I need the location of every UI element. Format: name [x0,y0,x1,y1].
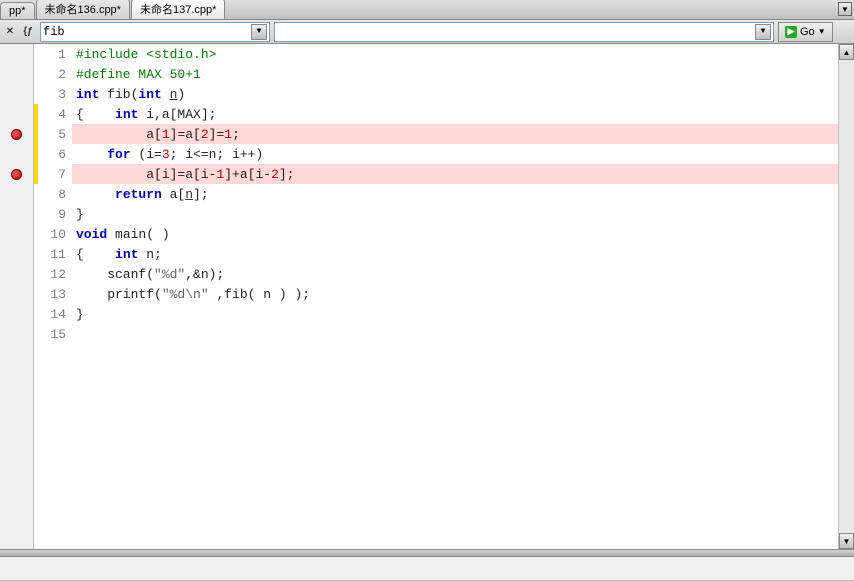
status-bar [0,556,854,580]
breakpoint-slot[interactable] [0,44,33,64]
breakpoint-slot[interactable] [0,104,33,124]
line-number: 11 [38,244,66,264]
chevron-down-icon: ▼ [818,27,826,36]
code-line[interactable]: scanf("%d",&n); [72,264,854,284]
line-number: 2 [38,64,66,84]
line-number: 7 [38,164,66,184]
tabs-overflow-icon[interactable]: ▼ [838,2,852,16]
code-editor[interactable]: 123456789101112131415 #include <stdio.h>… [0,44,854,550]
breakpoint-slot[interactable] [0,164,33,184]
breakpoint-slot[interactable] [0,244,33,264]
code-line[interactable]: int fib(int n) [72,84,854,104]
breakpoint-slot[interactable] [0,184,33,204]
scroll-up-icon[interactable]: ▲ [839,44,854,60]
code-area[interactable]: #include <stdio.h>#define MAX 50+1int fi… [72,44,854,549]
function-combo-input[interactable] [43,25,251,39]
code-line[interactable] [72,324,854,344]
line-number: 1 [38,44,66,64]
toolbar: ✕ {ƒ ▼ ▼ ▶ Go ▼ [0,20,854,44]
breakpoint-margin[interactable] [0,44,34,549]
breakpoint-slot[interactable] [0,204,33,224]
code-line[interactable]: { int i,a[MAX]; [72,104,854,124]
scroll-down-icon[interactable]: ▼ [839,533,854,549]
nav-combo-input[interactable] [277,25,755,39]
code-line[interactable]: a[1]=a[2]=1; [72,124,854,144]
go-icon: ▶ [785,26,797,38]
line-number-gutter: 123456789101112131415 [38,44,72,549]
function-combo[interactable]: ▼ [40,22,270,42]
tabs-bar: pp* 未命名136.cpp* 未命名137.cpp* ▼ [0,0,854,20]
line-number: 14 [38,304,66,324]
breakpoint-slot[interactable] [0,284,33,304]
line-number: 10 [38,224,66,244]
breakpoint-slot[interactable] [0,224,33,244]
code-line[interactable]: { int n; [72,244,854,264]
code-line[interactable]: } [72,204,854,224]
line-number: 9 [38,204,66,224]
breakpoint-slot[interactable] [0,84,33,104]
breakpoint-slot[interactable] [0,304,33,324]
go-label: Go [800,26,815,38]
code-line[interactable]: a[i]=a[i-1]+a[i-2]; [72,164,854,184]
function-icon: {ƒ [20,24,36,40]
code-line[interactable]: printf("%d\n" ,fib( n ) ); [72,284,854,304]
breakpoint-icon[interactable] [11,129,22,140]
close-panel-icon[interactable]: ✕ [4,26,16,38]
tab-file-0[interactable]: pp* [0,2,35,19]
go-button[interactable]: ▶ Go ▼ [778,22,833,42]
code-line[interactable]: #define MAX 50+1 [72,64,854,84]
line-number: 6 [38,144,66,164]
tab-file-1[interactable]: 未命名136.cpp* [36,0,130,19]
breakpoint-slot[interactable] [0,264,33,284]
line-number: 15 [38,324,66,344]
line-number: 8 [38,184,66,204]
tab-file-2[interactable]: 未命名137.cpp* [131,0,225,19]
line-number: 13 [38,284,66,304]
breakpoint-slot[interactable] [0,64,33,84]
code-line[interactable]: } [72,304,854,324]
line-number: 4 [38,104,66,124]
line-number: 3 [38,84,66,104]
breakpoint-icon[interactable] [11,169,22,180]
breakpoint-slot[interactable] [0,144,33,164]
breakpoint-slot[interactable] [0,124,33,144]
chevron-down-icon[interactable]: ▼ [251,24,267,40]
line-number: 5 [38,124,66,144]
code-line[interactable]: #include <stdio.h> [72,44,854,64]
chevron-down-icon[interactable]: ▼ [755,24,771,40]
code-line[interactable]: for (i=3; i<=n; i++) [72,144,854,164]
vertical-scrollbar[interactable]: ▲ ▼ [838,44,854,549]
nav-combo[interactable]: ▼ [274,22,774,42]
code-line[interactable]: return a[n]; [72,184,854,204]
line-number: 12 [38,264,66,284]
code-line[interactable]: void main( ) [72,224,854,244]
breakpoint-slot[interactable] [0,324,33,344]
